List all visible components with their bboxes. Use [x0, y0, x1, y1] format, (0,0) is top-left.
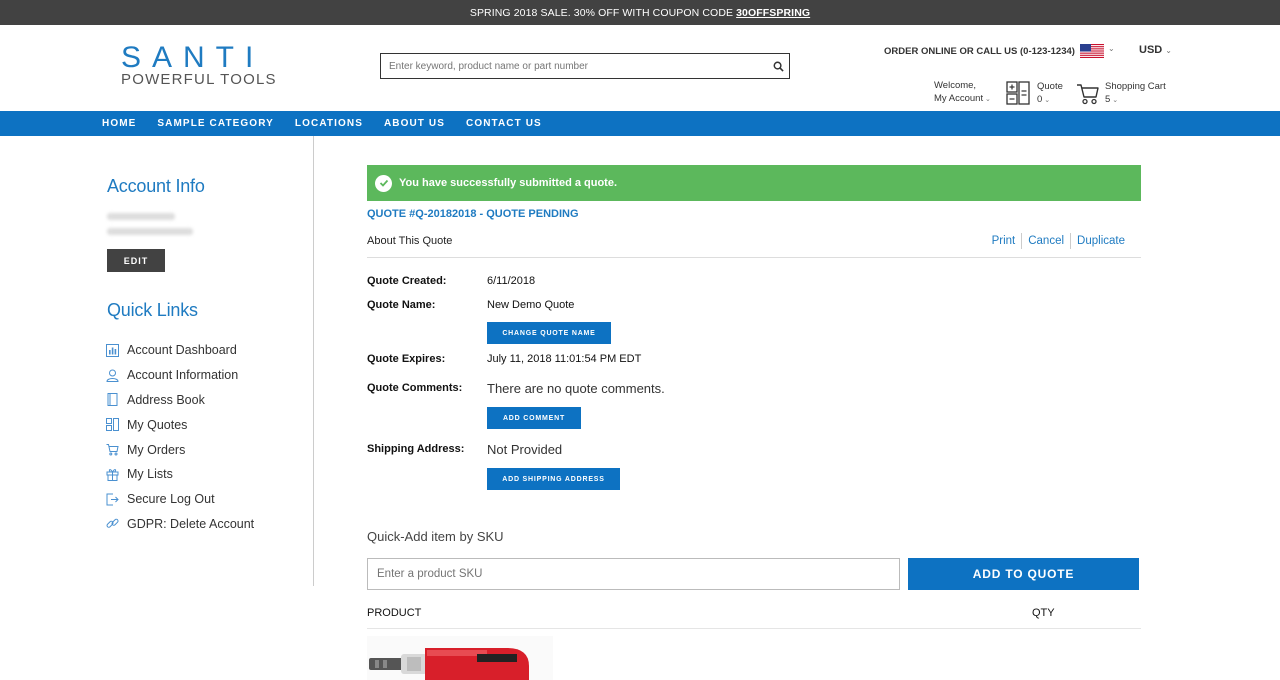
qty-column-header: QTY [1032, 607, 1055, 619]
search-input[interactable] [381, 54, 767, 78]
nav-sample-category[interactable]: SAMPLE CATEGORY [157, 118, 274, 129]
quote-name-label: Quote Name: [367, 299, 436, 311]
product-drill-image[interactable] [367, 636, 553, 680]
sidebar-item-label: Secure Log Out [127, 492, 215, 507]
dashboard-icon [106, 343, 119, 357]
welcome-text: Welcome, [934, 80, 977, 91]
sidebar-item-label: Account Dashboard [127, 343, 237, 358]
nav-home[interactable]: HOME [102, 118, 136, 129]
sidebar-item-label: My Orders [127, 442, 186, 457]
redacted-name [107, 213, 175, 220]
redacted-email [107, 228, 193, 235]
shipping-address-label: Shipping Address: [367, 443, 465, 455]
sidebar-item-my-orders[interactable]: My Orders [106, 437, 254, 462]
sidebar-item-gdpr-delete-account[interactable]: GDPR: Delete Account [106, 512, 254, 537]
sku-input[interactable] [367, 558, 900, 590]
shopping-cart-icon[interactable] [1076, 83, 1100, 105]
edit-account-button[interactable]: EDIT [107, 249, 165, 272]
about-quote-heading: About This Quote [367, 235, 453, 247]
book-icon [106, 393, 119, 407]
chevron-down-icon: ⌄ [1165, 46, 1172, 55]
search-icon[interactable] [767, 61, 789, 72]
sidebar-item-label: Account Information [127, 368, 239, 383]
site-header: SANTI POWERFUL TOOLS ORDER ONLINE OR CAL… [0, 25, 1280, 111]
user-icon [106, 369, 119, 382]
cart-icon [106, 443, 119, 456]
chevron-down-icon: ⌄ [983, 96, 991, 103]
quick-links-title: Quick Links [107, 300, 198, 320]
promo-banner: SPRING 2018 SALE. 30% OFF WITH COUPON CO… [0, 0, 1280, 25]
currency-selector[interactable]: USD ⌄ [1139, 44, 1172, 56]
sidebar-item-label: My Quotes [127, 417, 188, 432]
account-menu[interactable]: Welcome, My Account ⌄ [934, 79, 991, 106]
checkmark-icon [375, 174, 392, 192]
quote-title: QUOTE #Q-20182018 - QUOTE PENDING [367, 208, 579, 220]
calculator-icon[interactable] [1006, 81, 1030, 105]
quote-actions: Print Cancel Duplicate [986, 233, 1131, 249]
gift-icon [106, 468, 119, 481]
quote-label: Quote [1037, 81, 1063, 92]
nav-contact-us[interactable]: CONTACT US [466, 118, 542, 129]
cart-count: 5 [1105, 94, 1111, 105]
sidebar-item-my-quotes[interactable]: My Quotes [106, 412, 254, 437]
link-icon [106, 517, 119, 530]
us-flag-icon[interactable] [1080, 44, 1104, 58]
success-message: You have successfully submitted a quote. [399, 177, 618, 189]
cart-label: Shopping Cart [1105, 81, 1166, 92]
chevron-down-icon: ⌄ [1044, 97, 1051, 104]
divider [367, 628, 1141, 629]
sidebar-item-my-lists[interactable]: My Lists [106, 462, 254, 487]
cancel-link[interactable]: Cancel [1021, 233, 1070, 249]
sidebar-item-label: GDPR: Delete Account [127, 516, 255, 531]
quote-comments-label: Quote Comments: [367, 382, 463, 394]
chevron-down-icon[interactable]: ⌄ [1108, 44, 1115, 53]
quote-expires-value: July 11, 2018 11:01:54 PM EDT [487, 353, 642, 365]
quote-count: 0 [1037, 94, 1043, 105]
sidebar-item-secure-log-out[interactable]: Secure Log Out [106, 487, 254, 512]
sidebar-item-label: Address Book [127, 392, 205, 407]
add-shipping-address-button[interactable]: ADD SHIPPING ADDRESS [487, 468, 620, 490]
quick-add-title: Quick-Add item by SKU [367, 529, 504, 544]
success-alert: You have successfully submitted a quote. [367, 165, 1141, 201]
account-info-title: Account Info [107, 176, 205, 196]
print-link[interactable]: Print [986, 233, 1022, 249]
logo-brand: SANTI [121, 41, 265, 74]
search-box [380, 53, 790, 79]
quote-menu[interactable]: Quote 0 ⌄ [1037, 80, 1063, 107]
sidebar-item-address-book[interactable]: Address Book [106, 388, 254, 413]
chevron-down-icon: ⌄ [1112, 97, 1119, 104]
currency-value: USD [1139, 44, 1163, 56]
nav-about-us[interactable]: ABOUT US [384, 118, 445, 129]
logout-icon [106, 493, 119, 506]
quick-links-list: Account Dashboard Account Information Ad… [106, 338, 254, 536]
logo-tagline: POWERFUL TOOLS [121, 71, 277, 88]
divider [367, 257, 1141, 258]
main-nav: HOME SAMPLE CATEGORY LOCATIONS ABOUT US … [0, 111, 1280, 136]
nav-locations[interactable]: LOCATIONS [295, 118, 363, 129]
add-comment-button[interactable]: ADD COMMENT [487, 407, 581, 429]
cart-menu[interactable]: Shopping Cart 5 ⌄ [1105, 80, 1166, 107]
sidebar-item-account-dashboard[interactable]: Account Dashboard [106, 338, 254, 363]
promo-code: 30OFFSPRING [736, 6, 811, 19]
order-online-text: ORDER ONLINE OR CALL US (0-123-1234) [884, 46, 1075, 57]
quote-created-label: Quote Created: [367, 275, 447, 287]
my-account-label: My Account [934, 93, 984, 104]
promo-text: SPRING 2018 SALE. 30% OFF WITH COUPON CO… [469, 6, 734, 19]
sidebar-item-label: My Lists [127, 467, 173, 482]
add-to-quote-button[interactable]: ADD TO QUOTE [908, 558, 1139, 590]
quote-created-value: 6/11/2018 [487, 275, 536, 287]
account-sidebar: Account Info EDIT Quick Links Account Da… [0, 136, 314, 586]
quote-name-value: New Demo Quote [487, 299, 575, 311]
quote-comments-value: There are no quote comments. [487, 381, 665, 396]
quotes-icon [106, 418, 119, 432]
site-logo[interactable]: SANTI POWERFUL TOOLS [121, 41, 277, 88]
change-quote-name-button[interactable]: CHANGE QUOTE NAME [487, 322, 611, 344]
shipping-address-value: Not Provided [487, 442, 563, 457]
sidebar-item-account-information[interactable]: Account Information [106, 363, 254, 388]
quote-expires-label: Quote Expires: [367, 353, 446, 365]
duplicate-link[interactable]: Duplicate [1070, 233, 1131, 249]
product-column-header: PRODUCT [367, 607, 422, 619]
